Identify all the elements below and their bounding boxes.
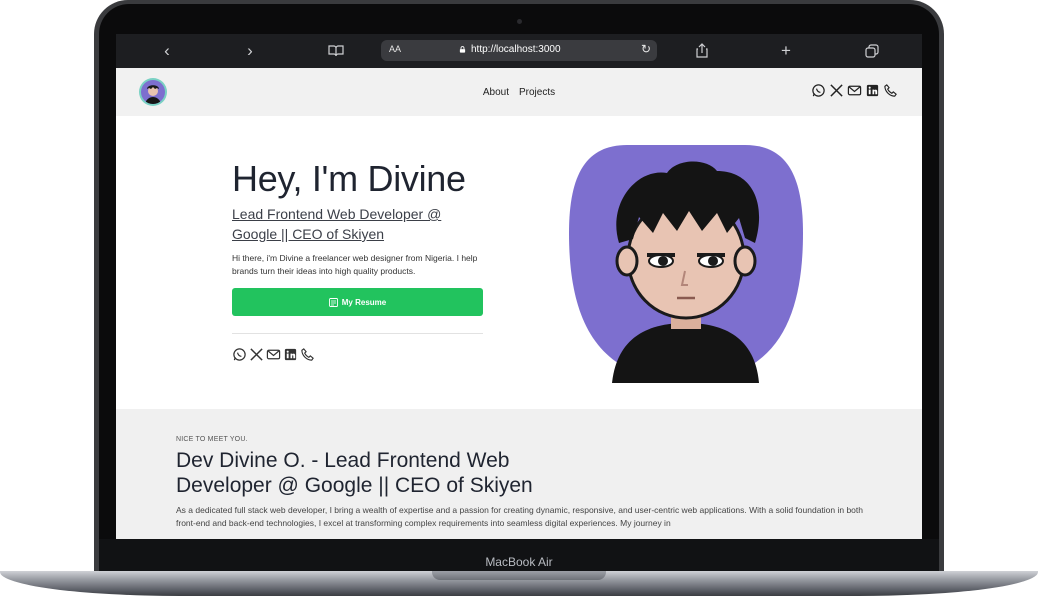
tabs-icon[interactable] — [860, 34, 884, 68]
resume-button-label: My Resume — [341, 297, 387, 307]
x-icon[interactable] — [829, 83, 844, 98]
site-header: About Projects — [116, 68, 922, 116]
linkedin-icon[interactable] — [283, 347, 298, 362]
hero-intro: Hi there, i'm Divine a freelancer web de… — [232, 253, 478, 276]
plus-icon[interactable]: + — [774, 34, 798, 68]
hero-section: Hey, I'm Divine Lead Frontend Web Develo… — [116, 116, 922, 409]
browser-toolbar: ‹ › AA http://localhost:3000 ↻ + — [116, 34, 922, 68]
main-nav: About Projects — [116, 68, 922, 116]
x-icon[interactable] — [249, 347, 264, 362]
about-bio: As a dedicated full stack web developer,… — [176, 505, 864, 528]
reload-icon[interactable]: ↻ — [641, 42, 651, 56]
hero-divider — [232, 333, 483, 334]
chevron-left-icon[interactable]: ‹ — [155, 34, 179, 68]
mail-icon[interactable] — [847, 83, 862, 98]
laptop-mockup: ‹ › AA http://localhost:3000 ↻ + About P… — [0, 0, 1038, 596]
hero-social-links — [232, 347, 315, 362]
about-section: NICE TO MEET YOU. Dev Divine O. - Lead F… — [116, 409, 922, 539]
about-kicker: NICE TO MEET YOU. — [176, 436, 248, 443]
camera-dot — [517, 19, 522, 24]
browser-screen: ‹ › AA http://localhost:3000 ↻ + About P… — [116, 34, 922, 539]
hero-role-link[interactable]: Lead Frontend Web Developer @ Google || … — [232, 204, 472, 244]
resume-button[interactable]: My Resume — [232, 288, 483, 316]
hero-title: Hey, I'm Divine — [232, 158, 466, 199]
phone-icon[interactable] — [300, 347, 315, 362]
linkedin-icon[interactable] — [865, 83, 880, 98]
nav-link-about[interactable]: About — [483, 87, 509, 98]
about-heading: Dev Divine O. - Lead Frontend Web Develo… — [176, 449, 533, 497]
chevron-right-icon[interactable]: › — [238, 34, 262, 68]
reader-aa-button[interactable]: AA — [389, 44, 401, 54]
mail-icon[interactable] — [266, 347, 281, 362]
laptop-opening-notch — [432, 571, 606, 580]
whatsapp-icon[interactable] — [232, 347, 247, 362]
lock-icon — [459, 46, 466, 53]
url-text: http://localhost:3000 — [471, 44, 561, 55]
book-icon[interactable] — [324, 34, 348, 68]
hero-portrait — [569, 145, 803, 383]
phone-icon[interactable] — [883, 83, 898, 98]
device-brand-label: MacBook Air — [485, 555, 553, 569]
header-social-links — [811, 83, 898, 98]
whatsapp-icon[interactable] — [811, 83, 826, 98]
address-bar[interactable]: AA http://localhost:3000 ↻ — [381, 40, 657, 61]
nav-link-projects[interactable]: Projects — [519, 87, 555, 98]
document-icon — [328, 297, 338, 307]
share-icon[interactable] — [690, 34, 714, 68]
